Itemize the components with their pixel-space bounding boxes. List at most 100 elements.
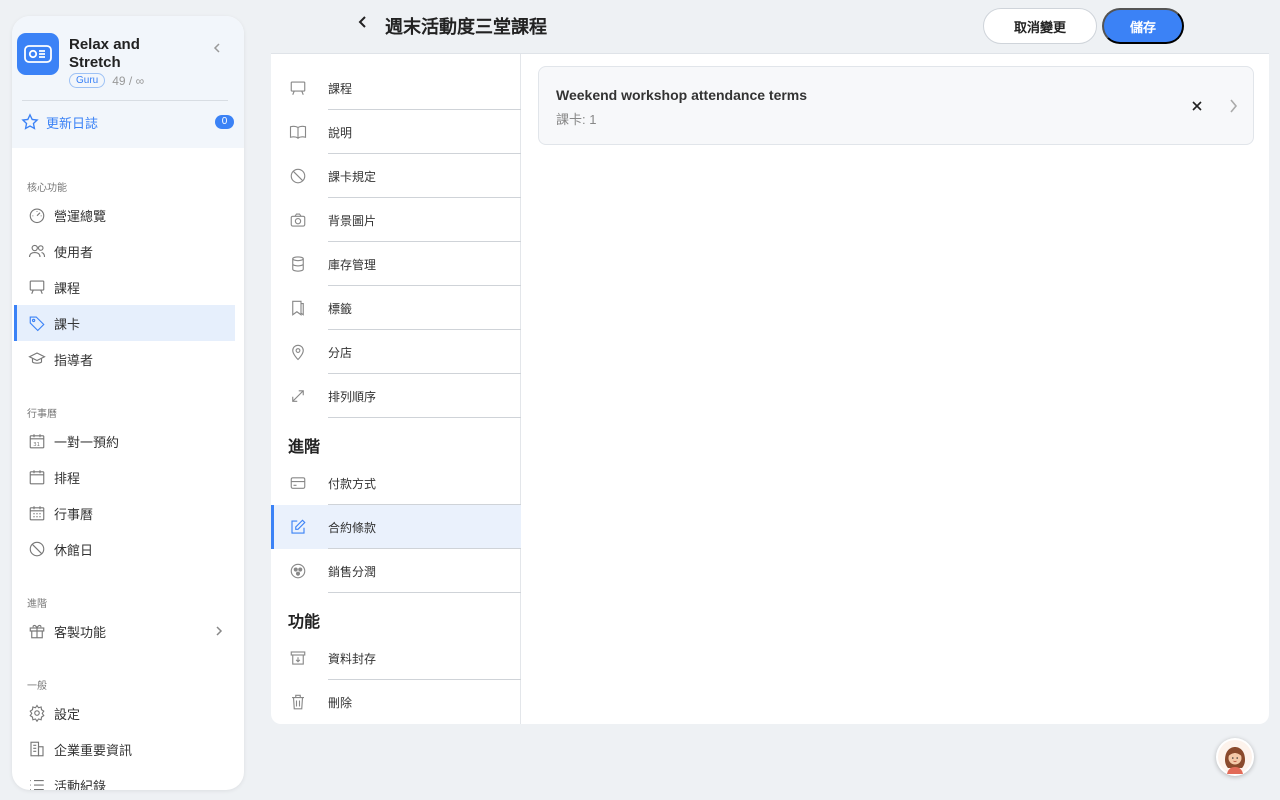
sidebar-item-label: 排程 [54,470,81,486]
section-general: 一般 [27,681,47,692]
sidebar-item-activity-log[interactable]: 活動紀錄 [14,767,235,790]
open-term-button[interactable] [1228,98,1238,114]
settings-panel: 課程 說明 課卡規定 背景圖片 庫存管理 標籤 分店 排列順序 進階 付款方式 … [271,53,1269,724]
tag-icon [27,314,47,332]
sidebar-item-one-on-one[interactable]: 31 一對一預約 [14,423,235,459]
calendar-31-icon: 31 [27,432,47,450]
settings-nav-course[interactable]: 課程 [271,66,521,110]
settings-nav-branches[interactable]: 分店 [271,330,521,374]
settings-nav-archive[interactable]: 資料封存 [271,636,521,680]
trash-icon [289,693,307,711]
edit-icon [289,518,307,536]
settings-nav-label: 分店 [328,345,353,360]
prohibited-icon [289,167,307,185]
settings-nav-contract-terms[interactable]: 合約條款 [271,505,521,549]
divider [328,417,521,418]
sidebar-item-holidays[interactable]: 休館日 [14,531,235,567]
settings-nav-delete[interactable]: 刪除 [271,680,521,724]
chevron-right-icon [1230,99,1238,113]
settings-nav-background-image[interactable]: 背景圖片 [271,198,521,242]
sidebar-item-settings[interactable]: 設定 [14,695,235,731]
sidebar-item-courses[interactable]: 課程 [14,269,235,305]
sidebar-item-users[interactable]: 使用者 [14,233,235,269]
settings-nav-label: 庫存管理 [328,257,377,272]
sidebar-item-label: 設定 [54,706,81,722]
changelog-link[interactable]: 更新日誌 0 [17,101,236,143]
settings-nav-label: 課卡規定 [328,169,377,184]
settings-nav-description[interactable]: 說明 [271,110,521,154]
sidebar-item-label: 指導者 [54,352,94,368]
sidebar-item-dashboard[interactable]: 營運總覽 [14,197,235,233]
support-avatar[interactable] [1216,738,1254,776]
save-button[interactable]: 儲存 [1102,8,1184,44]
dashboard-icon [27,206,47,224]
archive-icon [289,649,307,667]
sidebar-item-label: 課程 [54,280,81,296]
advanced-heading: 進階 [288,439,321,456]
sidebar-item-label: 課卡 [54,316,81,332]
sidebar-item-custom-features[interactable]: 客製功能 [14,613,235,649]
settings-nav-label: 課程 [328,81,353,96]
back-button[interactable] [356,15,370,29]
sidebar-item-label: 行事曆 [54,506,94,522]
settings-nav: 課程 說明 課卡規定 背景圖片 庫存管理 標籤 分店 排列順序 進階 付款方式 … [271,54,521,724]
users-icon [27,242,47,260]
gear-icon [27,704,47,722]
presentation-icon [27,278,47,296]
sidebar-item-label: 一對一預約 [54,434,120,450]
sidebar-item-company-info[interactable]: 企業重要資訊 [14,731,235,767]
divider [328,592,521,593]
list-icon [27,776,47,790]
sidebar-item-class-cards[interactable]: 課卡 [14,305,235,341]
share-icon [289,562,307,580]
app-name: Relax and Stretch [69,36,140,71]
settings-nav-label: 說明 [328,125,353,140]
section-core: 核心功能 [27,183,67,194]
functions-heading: 功能 [288,614,321,631]
close-icon [1192,101,1202,111]
calendar-icon [27,468,47,486]
svg-text:31: 31 [33,442,40,448]
resize-icon [289,387,307,405]
sidebar-item-label: 客製功能 [54,624,107,640]
camera-icon [289,211,307,229]
credit-card-icon [289,474,307,492]
settings-nav-tags[interactable]: 標籤 [271,286,521,330]
settings-nav-label: 背景圖片 [328,213,377,228]
terms-card[interactable]: Weekend workshop attendance terms 課卡: 1 [538,66,1254,145]
bookmark-icon [289,299,307,317]
sidebar-item-instructors[interactable]: 指導者 [14,341,235,377]
sidebar-item-calendar[interactable]: 行事曆 [14,495,235,531]
chevron-right-icon [215,625,223,637]
section-advanced: 進階 [27,599,47,610]
sidebar: Relax and Stretch Guru 49 / ∞ 更新日誌 0 核心功… [12,16,244,790]
settings-nav-label: 排列順序 [328,389,377,404]
chevron-left-icon [358,16,366,28]
settings-nav-sales-commission[interactable]: 銷售分潤 [271,549,521,593]
sidebar-header: Relax and Stretch Guru 49 / ∞ 更新日誌 0 [12,16,244,148]
building-icon [27,740,47,758]
settings-nav-label: 資料封存 [328,651,377,666]
sidebar-item-label: 營運總覽 [54,208,107,224]
settings-nav-label: 刪除 [328,695,353,710]
remove-term-button[interactable] [1190,99,1204,113]
page-title: 週末活動度三堂課程 [385,17,547,37]
star-icon [21,113,39,130]
settings-nav-payment-methods[interactable]: 付款方式 [271,461,521,505]
cancel-changes-button[interactable]: 取消變更 [983,8,1097,44]
sidebar-item-label: 企業重要資訊 [54,742,133,758]
sidebar-item-label: 活動紀錄 [54,778,107,791]
user-avatar-icon [1218,740,1252,774]
settings-nav-inventory[interactable]: 庫存管理 [271,242,521,286]
settings-nav-label: 付款方式 [328,476,377,491]
book-icon [289,123,307,141]
prohibited-icon [27,540,47,558]
terms-card-subtitle: 課卡: 1 [556,112,597,127]
settings-nav-sort-order[interactable]: 排列順序 [271,374,521,418]
settings-nav-label: 銷售分潤 [328,564,377,579]
collapse-sidebar-icon[interactable] [212,42,222,54]
settings-nav-card-rules[interactable]: 課卡規定 [271,154,521,198]
terms-card-title: Weekend workshop attendance terms [556,87,808,103]
sidebar-item-schedule[interactable]: 排程 [14,459,235,495]
plan-count: 49 / ∞ [112,73,145,88]
